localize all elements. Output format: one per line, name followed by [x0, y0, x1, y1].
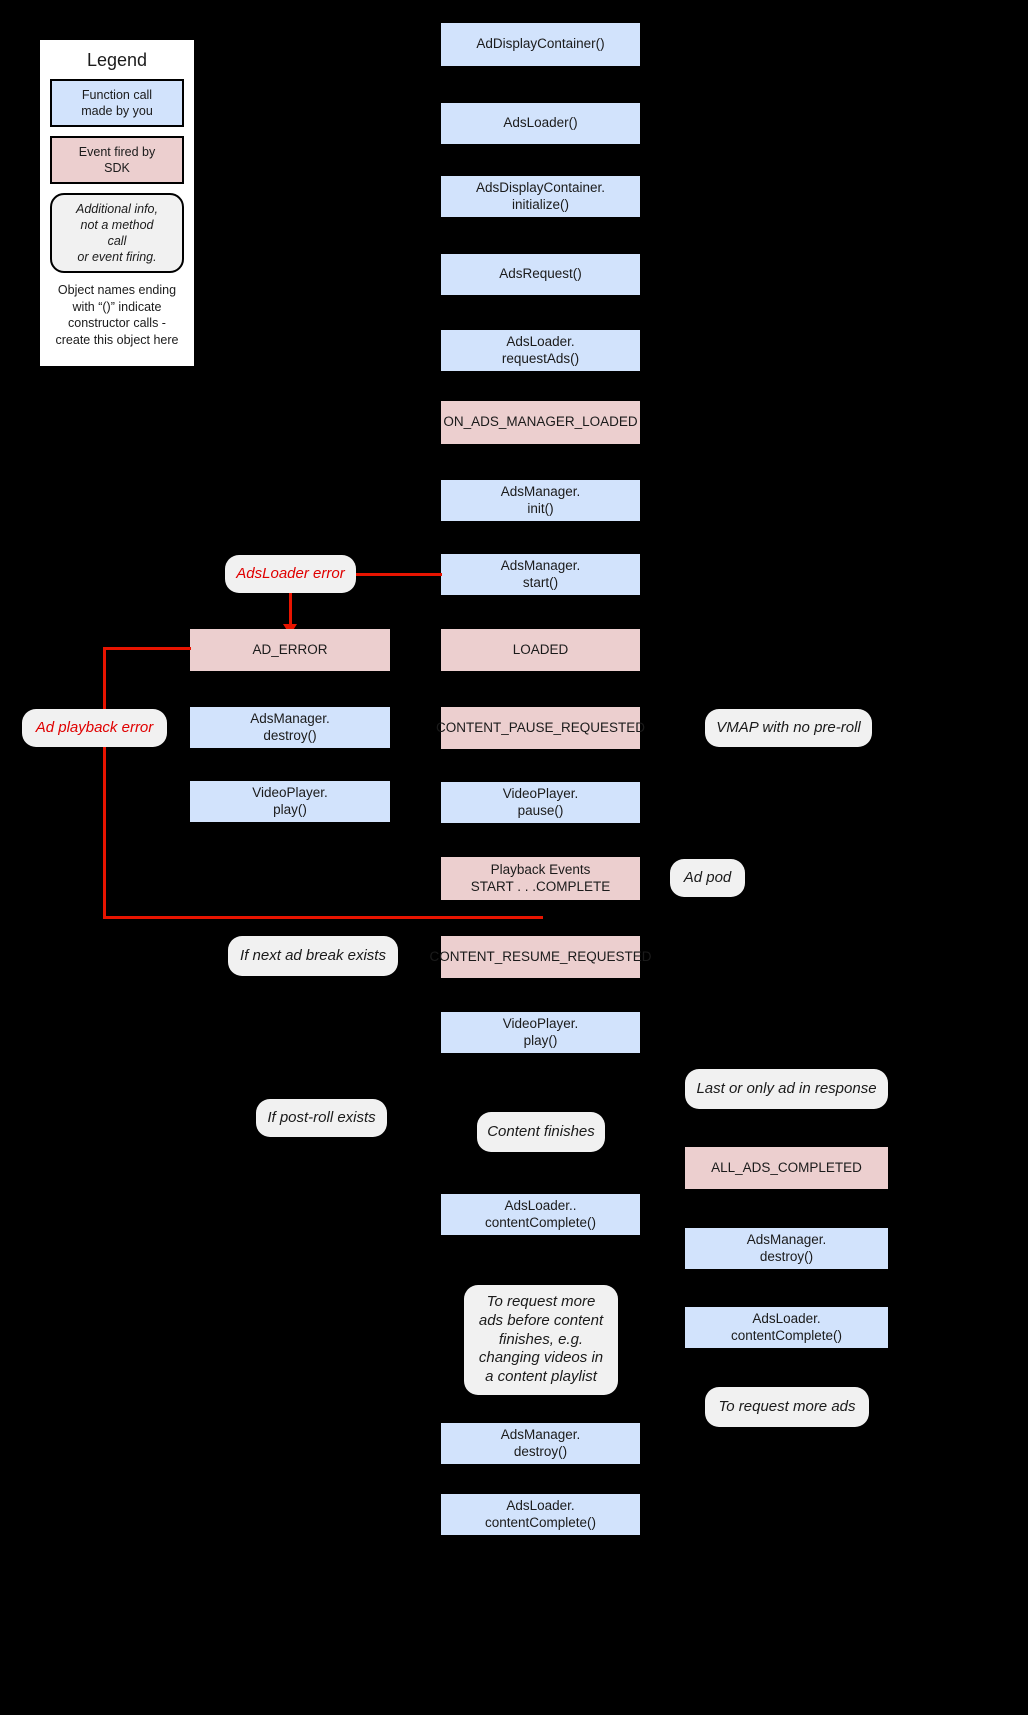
node-ads-loader-request-ads: AdsLoader. requestAds() — [441, 330, 640, 371]
node-ads-display-container-initialize: AdsDisplayContainer. initialize() — [441, 176, 640, 217]
node-ads-loader-content-complete-mid: AdsLoader.. contentComplete() — [441, 1194, 640, 1235]
node-loaded: LOADED — [441, 629, 640, 671]
node-ads-manager-destroy-right: AdsManager. destroy() — [685, 1228, 888, 1269]
wire-rail-to-ad-error — [103, 647, 191, 650]
node-ads-manager-destroy-left: AdsManager. destroy() — [190, 707, 390, 748]
legend-function-call-swatch: Function call made by you — [50, 79, 184, 127]
node-video-player-play-left: VideoPlayer. play() — [190, 781, 390, 822]
wire-error-rail-vertical — [103, 647, 106, 919]
node-playback-events: Playback Events START . . .COMPLETE — [441, 857, 640, 900]
wire-ads-loader-error-to-start — [356, 573, 442, 576]
node-ads-loader-content-complete-bottom: AdsLoader. contentComplete() — [441, 1494, 640, 1535]
node-if-post-roll-exists: If post-roll exists — [256, 1099, 387, 1137]
node-ads-loader-error: AdsLoader error — [225, 555, 356, 593]
node-content-resume-requested: CONTENT_RESUME_REQUESTED — [429, 936, 652, 978]
node-video-player-pause: VideoPlayer. pause() — [441, 782, 640, 823]
node-ads-manager-init: AdsManager. init() — [441, 480, 640, 521]
node-ad-playback-error: Ad playback error — [22, 709, 167, 747]
wire-ads-loader-error-down — [289, 593, 292, 628]
node-to-request-more-ads: To request more ads — [705, 1387, 869, 1427]
node-to-request-more-ads-before: To request more ads before content finis… — [464, 1285, 618, 1395]
node-all-ads-completed: ALL_ADS_COMPLETED — [685, 1147, 888, 1189]
node-ads-loader: AdsLoader() — [441, 103, 640, 144]
legend-title: Legend — [86, 50, 148, 70]
node-ad-display-container: AdDisplayContainer() — [441, 23, 640, 66]
node-on-ads-manager-loaded: ON_ADS_MANAGER_LOADED — [441, 401, 640, 444]
node-vmap-no-preroll: VMAP with no pre-roll — [705, 709, 872, 747]
legend-panel: Legend Function call made by you Event f… — [38, 38, 196, 368]
node-ads-manager-destroy-bottom: AdsManager. destroy() — [441, 1423, 640, 1464]
node-content-pause-requested: CONTENT_PAUSE_REQUESTED — [436, 707, 645, 749]
legend-note: Object names ending with “()” indicate c… — [55, 283, 179, 347]
diagram-canvas: Legend Function call made by you Event f… — [0, 0, 1028, 1715]
node-ad-error: AD_ERROR — [190, 629, 390, 671]
node-ads-manager-start: AdsManager. start() — [441, 554, 640, 595]
legend-info-swatch: Additional info, not a method call or ev… — [50, 193, 184, 273]
node-video-player-play-center: VideoPlayer. play() — [441, 1012, 640, 1053]
wire-error-rail-bottom — [103, 916, 543, 919]
node-ads-request: AdsRequest() — [441, 254, 640, 295]
node-last-or-only-ad: Last or only ad in response — [685, 1069, 888, 1109]
node-if-next-ad-break-exists: If next ad break exists — [228, 936, 398, 976]
node-ads-loader-content-complete-right: AdsLoader. contentComplete() — [685, 1307, 888, 1348]
node-ad-pod: Ad pod — [670, 859, 745, 897]
node-content-finishes: Content finishes — [477, 1112, 605, 1152]
legend-sdk-event-swatch: Event fired by SDK — [50, 136, 184, 184]
